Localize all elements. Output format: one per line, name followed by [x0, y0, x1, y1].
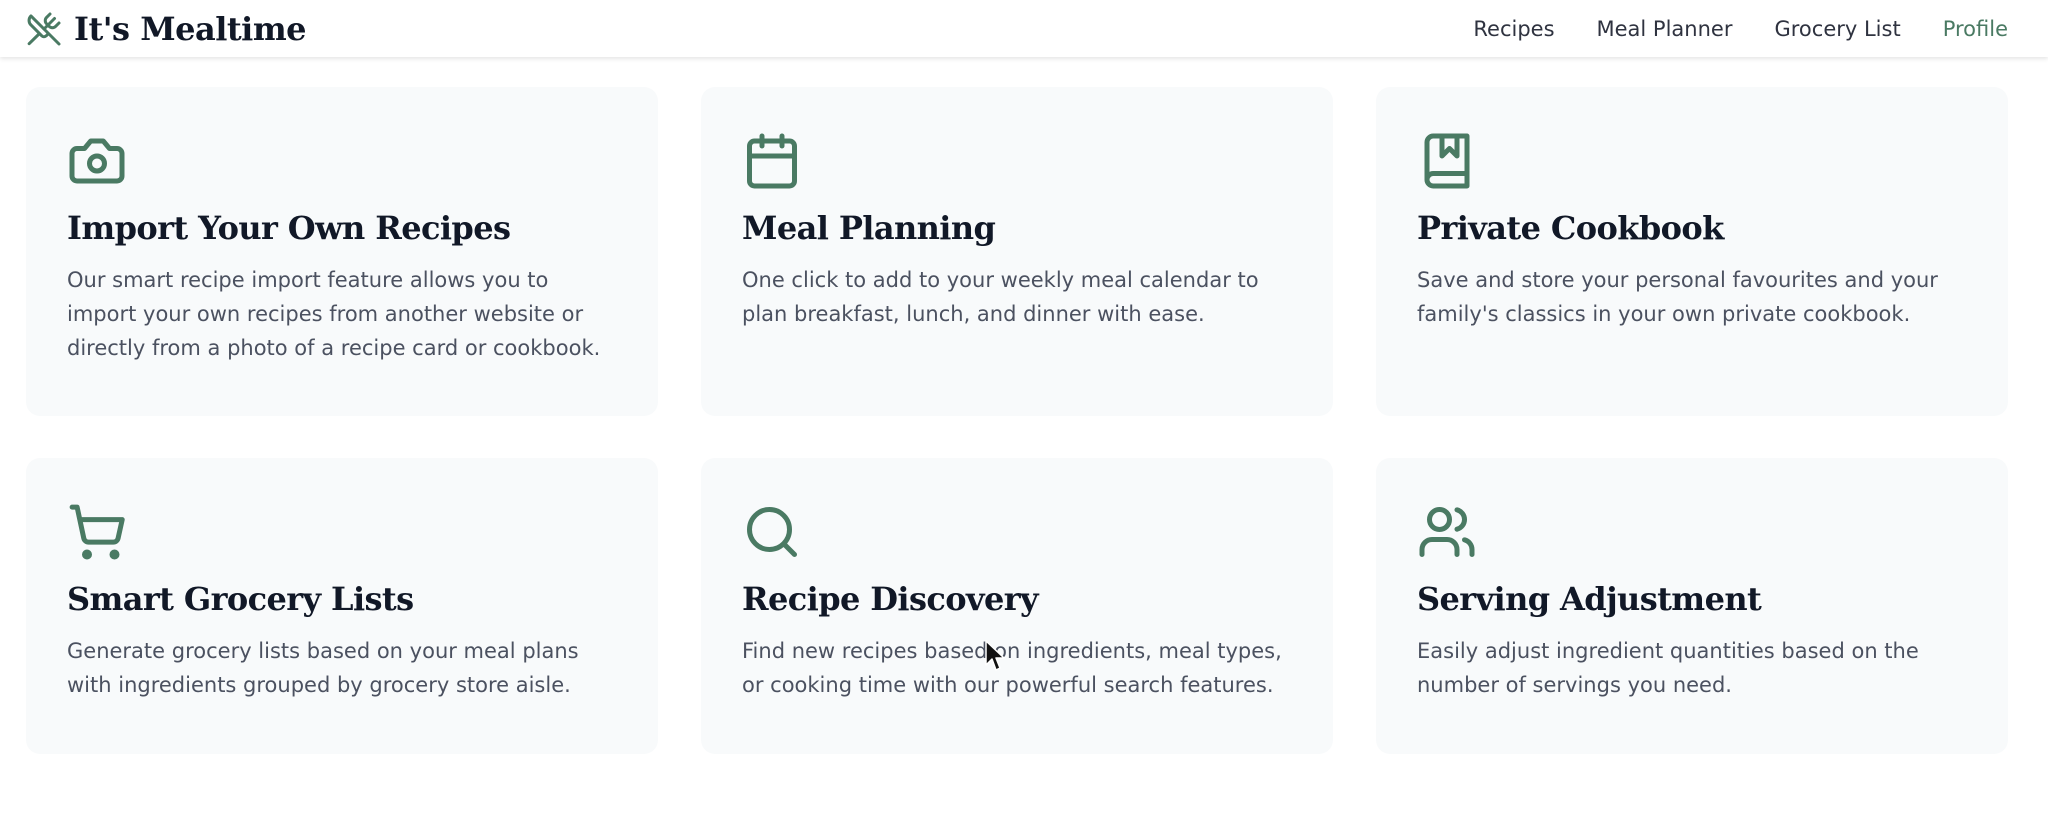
feature-card-meal-planning: Meal Planning One click to add to your w…	[701, 87, 1333, 416]
calendar-icon	[747, 133, 797, 189]
feature-card-import-recipes: Import Your Own Recipes Our smart recipe…	[26, 87, 658, 416]
utensils-crossed-icon	[27, 12, 61, 45]
feature-card-serving-adjustment: Serving Adjustment Easily adjust ingredi…	[1376, 458, 2008, 754]
feature-title: Import Your Own Recipes	[67, 209, 511, 247]
book-bookmark-icon	[1424, 133, 1470, 189]
feature-title: Recipe Discovery	[742, 580, 1039, 618]
nav-links: Recipes Meal Planner Grocery List Profil…	[1473, 17, 2008, 41]
top-navbar: It's Mealtime Recipes Meal Planner Groce…	[0, 0, 2048, 57]
feature-title: Private Cookbook	[1417, 209, 1724, 247]
shopping-cart-icon	[69, 504, 125, 560]
camera-icon	[69, 138, 125, 184]
feature-card-private-cookbook: Private Cookbook Save and store your per…	[1376, 87, 2008, 416]
nav-link-recipes[interactable]: Recipes	[1473, 17, 1554, 41]
users-icon	[1419, 507, 1475, 557]
feature-card-smart-grocery-lists: Smart Grocery Lists Generate grocery lis…	[26, 458, 658, 754]
search-icon	[747, 507, 797, 557]
feature-description: Our smart recipe import feature allows y…	[67, 268, 601, 361]
feature-title: Serving Adjustment	[1417, 580, 1762, 618]
feature-description: Save and store your personal favourites …	[1417, 268, 1938, 327]
mouse-pointer-icon	[985, 640, 1005, 671]
nav-link-profile[interactable]: Profile	[1943, 17, 2008, 41]
feature-description: Generate grocery lists based on your mea…	[67, 639, 579, 698]
brand-home-link[interactable]: It's Mealtime	[26, 9, 307, 48]
feature-description: Find new recipes based on ingredients, m…	[742, 639, 1282, 698]
brand-name: It's Mealtime	[74, 9, 307, 48]
features-grid: Import Your Own Recipes Our smart recipe…	[26, 87, 2008, 754]
nav-link-grocery-list[interactable]: Grocery List	[1774, 17, 1900, 41]
nav-link-meal-planner[interactable]: Meal Planner	[1597, 17, 1733, 41]
feature-card-recipe-discovery: Recipe Discovery Find new recipes based …	[701, 458, 1333, 754]
feature-title: Smart Grocery Lists	[67, 580, 414, 618]
feature-title: Meal Planning	[742, 209, 996, 247]
feature-description: Easily adjust ingredient quantities base…	[1417, 639, 1919, 698]
feature-description: One click to add to your weekly meal cal…	[742, 268, 1259, 327]
